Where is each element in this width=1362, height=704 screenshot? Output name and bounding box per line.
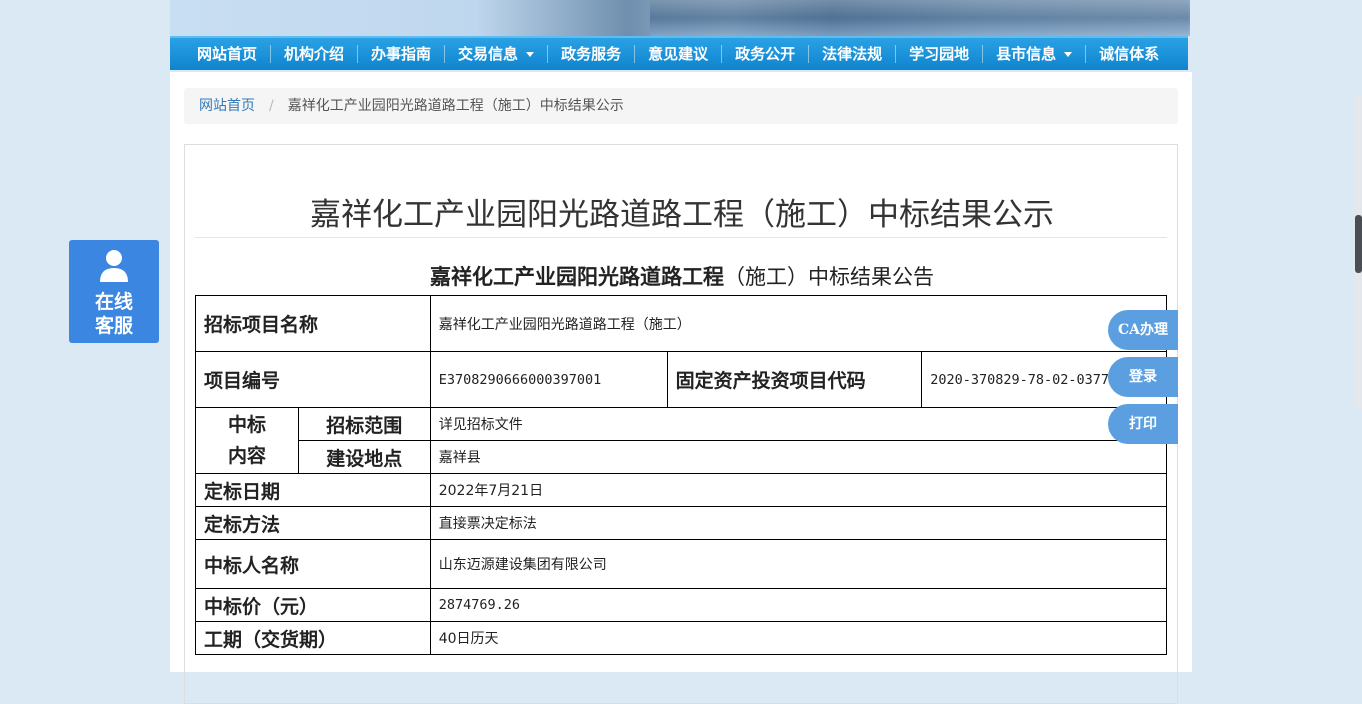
nav-label: 学习园地	[909, 45, 970, 63]
main-nav: 网站首页 机构介绍 办事指南 交易信息 政务服务 意见建议 政务公开 法律法规 …	[170, 36, 1188, 70]
project-name-value: 嘉祥化工产业园阳光路道路工程（施工）	[429, 295, 1168, 352]
breadcrumb-current: 嘉祥化工产业园阳光路道路工程（施工）中标结果公示	[287, 98, 624, 114]
nav-label: 办事指南	[371, 45, 432, 63]
scrollbar-thumb[interactable]	[1355, 215, 1362, 273]
nav-label: 交易信息	[458, 45, 519, 63]
content-label: 中标 内容	[195, 407, 299, 474]
price-label: 中标价（元）	[195, 588, 431, 622]
online-service-line1: 在线	[94, 291, 133, 313]
period-label: 工期（交货期）	[195, 621, 431, 655]
nav-study[interactable]: 学习园地	[896, 45, 984, 63]
method-value: 直接票决定标法	[429, 506, 1168, 540]
header-banner	[170, 0, 1190, 36]
table-row: 工期（交货期） 40日历天	[195, 621, 1168, 655]
content-label-line2: 内容	[227, 444, 266, 467]
location-label: 建设地点	[297, 440, 431, 474]
table-row: 招标项目名称 嘉祥化工产业园阳光路道路工程（施工）	[195, 295, 1168, 352]
chevron-down-icon	[526, 51, 535, 57]
nav-label: 意见建议	[648, 45, 709, 63]
nav-gov-service[interactable]: 政务服务	[548, 45, 636, 63]
login-button[interactable]: 登录	[1108, 357, 1178, 397]
table-row: 中标人名称 山东迈源建设集团有限公司	[195, 539, 1168, 589]
scope-value: 详见招标文件	[429, 407, 1168, 441]
nav-label: 政务公开	[735, 45, 796, 63]
table-row: 项目编号 E3708290666000397001 固定资产投资项目代码 202…	[195, 351, 1167, 408]
doc-title: 嘉祥化工产业园阳光路道路工程（施工）中标结果公告	[185, 261, 1179, 291]
page-container: 网站首页 / 嘉祥化工产业园阳光路道路工程（施工）中标结果公示 嘉祥化工产业园阳光路…	[170, 72, 1192, 704]
nav-label: 机构介绍	[284, 45, 345, 63]
title-divider	[195, 237, 1167, 238]
nav-credit[interactable]: 诚信体系	[1086, 45, 1172, 63]
online-service-line2: 客服	[94, 315, 133, 337]
nav-about[interactable]: 机构介绍	[271, 45, 359, 63]
print-button[interactable]: 打印	[1108, 404, 1178, 444]
user-icon	[100, 250, 128, 282]
table-row: 建设地点 嘉祥县	[196, 440, 1168, 474]
online-service-button[interactable]: 在线 客服	[69, 240, 159, 343]
location-value: 嘉祥县	[429, 440, 1168, 474]
project-no-label: 项目编号	[195, 351, 431, 408]
nav-label: 县市信息	[996, 45, 1057, 63]
doc-title-bold: 嘉祥化工产业园阳光路道路工程	[430, 264, 724, 289]
ca-button[interactable]: CA办理	[1108, 310, 1178, 350]
period-value: 40日历天	[429, 621, 1168, 655]
nav-laws[interactable]: 法律法规	[809, 45, 897, 63]
breadcrumb-home-link[interactable]: 网站首页	[199, 98, 255, 114]
banner-image	[650, 0, 1190, 36]
winner-label: 中标人名称	[195, 539, 431, 589]
award-table: 招标项目名称 嘉祥化工产业园阳光路道路工程（施工） 项目编号 E37082906…	[195, 295, 1168, 655]
scope-label: 招标范围	[297, 407, 431, 441]
nav-label: 诚信体系	[1099, 45, 1160, 63]
table-row: 定标方法 直接票决定标法	[195, 506, 1168, 540]
nav-label: 网站首页	[197, 45, 258, 63]
nav-guide[interactable]: 办事指南	[358, 45, 446, 63]
winner-value: 山东迈源建设集团有限公司	[429, 539, 1168, 589]
method-label: 定标方法	[195, 506, 431, 540]
article-box: 嘉祥化工产业园阳光路道路工程（施工）中标结果公示 嘉祥化工产业园阳光路道路工程（…	[184, 144, 1178, 704]
table-row: 定标日期 2022年7月21日	[195, 473, 1168, 507]
nav-home[interactable]: 网站首页	[170, 45, 272, 63]
nav-label: 法律法规	[822, 45, 883, 63]
invest-code-label: 固定资产投资项目代码	[666, 351, 923, 408]
project-no-value: E3708290666000397001	[429, 351, 668, 408]
price-value: 2874769.26	[429, 588, 1168, 622]
online-service-label: 在线 客服	[69, 290, 159, 338]
chevron-down-icon	[1064, 51, 1073, 57]
nav-trade-info[interactable]: 交易信息	[445, 45, 549, 63]
breadcrumb-separator: /	[269, 98, 274, 114]
nav-gov-open[interactable]: 政务公开	[722, 45, 810, 63]
doc-title-normal: （施工）中标结果公告	[724, 265, 934, 289]
page-title: 嘉祥化工产业园阳光路道路工程（施工）中标结果公示	[310, 197, 1054, 233]
date-label: 定标日期	[195, 473, 431, 507]
nav-label: 政务服务	[561, 45, 622, 63]
nav-county-info[interactable]: 县市信息	[983, 45, 1087, 63]
nav-feedback[interactable]: 意见建议	[635, 45, 723, 63]
table-row: 中标内容 招标范围 详见招标文件	[195, 407, 1168, 474]
content-label-line1: 中标	[227, 413, 266, 436]
date-value: 2022年7月21日	[429, 473, 1168, 507]
breadcrumb: 网站首页 / 嘉祥化工产业园阳光路道路工程（施工）中标结果公示	[184, 88, 1178, 124]
project-name-label: 招标项目名称	[195, 295, 431, 352]
table-row: 中标价（元） 2874769.26	[195, 588, 1168, 622]
